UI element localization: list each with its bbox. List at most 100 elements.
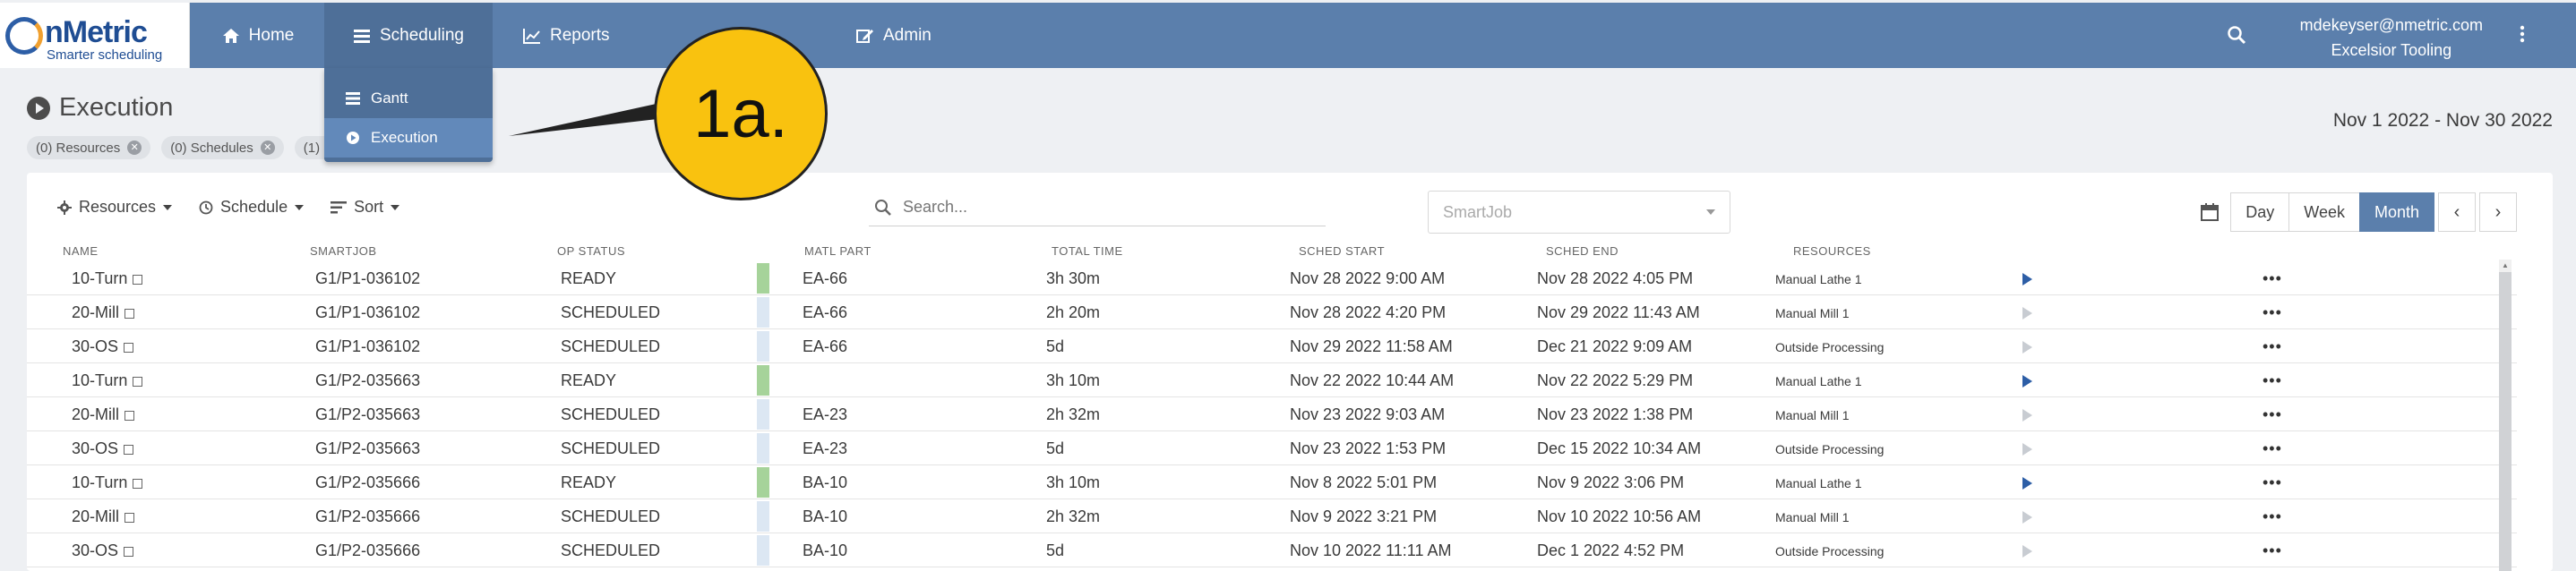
kebab-menu-icon[interactable] [2520,25,2525,43]
external-link-icon[interactable] [125,309,135,319]
vertical-scrollbar[interactable] [2499,260,2512,571]
sched-end-cell: Dec 1 2022 4:52 PM [1537,541,1685,559]
col-op-status[interactable]: OP STATUS [557,244,625,258]
chip-resources[interactable]: (0) Resources ✕ [27,136,151,159]
start-op-icon[interactable] [2022,477,2032,490]
remove-icon[interactable]: ✕ [260,141,275,155]
calendar-icon[interactable] [2201,203,2220,221]
menu-item-gantt[interactable]: Gantt [324,79,493,118]
list-icon [353,29,370,43]
external-link-icon[interactable] [133,377,143,387]
op-name[interactable]: 10-Turn [72,371,143,390]
resource-cell: Manual Lathe 1 [1775,272,1862,286]
col-resources[interactable]: RESOURCES [1793,244,1871,258]
op-name[interactable]: 20-Mill [72,303,135,322]
smartjob-select[interactable]: SmartJob [1428,191,1730,234]
external-link-icon[interactable] [124,343,134,353]
col-smartjob[interactable]: SMARTJOB [310,244,377,258]
scroll-up-icon[interactable]: ▲ [2499,260,2512,272]
total-time-cell: 2h 32m [1046,405,1101,423]
more-actions-icon[interactable]: ••• [2263,371,2282,390]
nmetric-logo[interactable]: nMetric Smarter scheduling [0,3,190,68]
next-period-button[interactable]: › [2479,192,2517,232]
op-status-cell: SCHEDULED [561,507,661,525]
external-link-icon[interactable] [124,445,134,455]
more-actions-icon[interactable]: ••• [2263,303,2282,322]
table-row[interactable]: 30-OS G1/P1-036102 SCHEDULED EA-66 5d Nov 29 … [27,329,2517,363]
start-op-icon[interactable] [2022,409,2032,422]
op-name[interactable]: 10-Turn [72,269,143,288]
nav-home[interactable]: Home [190,3,326,68]
op-name[interactable]: 30-OS [72,439,134,458]
view-month-button[interactable]: Month [2358,192,2434,232]
op-name[interactable]: 30-OS [72,337,134,356]
col-total-time[interactable]: TOTAL TIME [1052,244,1123,258]
start-op-icon[interactable] [2022,511,2032,524]
start-op-icon[interactable] [2022,341,2032,354]
callout-badge: 1a. [654,27,828,200]
table-row[interactable]: 10-Turn G1/P1-036102 READY EA-66 3h 30m Nov 2… [27,261,2517,295]
more-actions-icon[interactable]: ••• [2263,473,2282,492]
caret-down-icon [1706,209,1715,215]
home-icon [222,28,239,43]
view-day-button[interactable]: Day [2230,192,2290,232]
search-input[interactable] [903,198,1315,217]
user-info[interactable]: mdekeyser@nmetric.com Excelsior Tooling [2300,13,2483,63]
nav-reports[interactable]: Reports [523,3,610,68]
table-row[interactable]: 20-Mill G1/P2-035663 SCHEDULED EA-23 2h 32m N… [27,397,2517,431]
sched-end-cell: Nov 29 2022 11:43 AM [1537,303,1700,321]
op-name[interactable]: 20-Mill [72,405,135,424]
op-name[interactable]: 10-Turn [72,473,143,492]
start-op-icon[interactable] [2022,375,2032,388]
table-row[interactable]: 20-Mill G1/P2-035666 SCHEDULED BA-10 2h 32m N… [27,499,2517,533]
sort-button[interactable]: Sort [331,198,400,217]
chip-schedules[interactable]: (0) Schedules ✕ [161,136,284,159]
table-row[interactable]: 10-Turn G1/P2-035666 READY BA-10 3h 10m Nov 8… [27,465,2517,499]
more-actions-icon[interactable]: ••• [2263,507,2282,526]
external-link-icon[interactable] [124,547,134,557]
caret-down-icon [163,204,173,210]
matl-part-cell: EA-66 [803,337,848,355]
col-name[interactable]: NAME [63,244,99,258]
search-icon[interactable] [2227,25,2246,45]
view-week-button[interactable]: Week [2288,192,2360,232]
op-name-text: 10-Turn [72,371,128,389]
external-link-icon[interactable] [133,479,143,489]
start-op-icon[interactable] [2022,273,2032,286]
col-sched-end[interactable]: SCHED END [1546,244,1619,258]
smartjob-cell: G1/P2-035666 [315,507,421,525]
start-op-icon[interactable] [2022,307,2032,320]
external-link-icon[interactable] [125,513,135,523]
op-name[interactable]: 30-OS [72,541,134,560]
prev-period-button[interactable]: ‹ [2438,192,2476,232]
nav-admin[interactable]: Admin [856,3,932,68]
op-name[interactable]: 20-Mill [72,507,135,526]
table-row[interactable]: 20-Mill G1/P1-036102 SCHEDULED EA-66 2h 20m N… [27,295,2517,329]
more-actions-icon[interactable]: ••• [2263,269,2282,288]
total-time-cell: 5d [1046,541,1065,559]
more-actions-icon[interactable]: ••• [2263,405,2282,424]
start-op-icon[interactable] [2022,443,2032,456]
more-actions-icon[interactable]: ••• [2263,439,2282,458]
col-matl-part[interactable]: MATL PART [804,244,872,258]
execution-page: nMetric Smarter scheduling Home Scheduli… [0,0,2576,571]
menu-item-execution[interactable]: Execution [324,118,493,158]
table-row[interactable]: 10-Turn G1/P2-035663 READY 3h 10m Nov 22 202… [27,363,2517,397]
resources-button[interactable]: Resources [57,198,173,217]
table-row[interactable]: 30-OS G1/P2-035663 SCHEDULED EA-23 5d Nov 23 … [27,431,2517,465]
status-color-bar [757,263,769,294]
scheduling-dropdown: Gantt Execution [324,68,493,162]
remove-icon[interactable]: ✕ [127,141,142,155]
sched-end-cell: Nov 28 2022 4:05 PM [1537,269,1694,287]
schedule-button[interactable]: Schedule [199,198,305,217]
start-op-icon[interactable] [2022,545,2032,558]
nav-scheduling[interactable]: Scheduling [324,3,493,68]
total-time-cell: 3h 10m [1046,473,1101,491]
more-actions-icon[interactable]: ••• [2263,337,2282,356]
external-link-icon[interactable] [125,411,135,421]
sort-label: Sort [354,198,384,216]
more-actions-icon[interactable]: ••• [2263,541,2282,560]
table-row[interactable]: 30-OS G1/P2-035666 SCHEDULED BA-10 5d Nov 10 … [27,533,2517,567]
external-link-icon[interactable] [133,275,143,285]
col-sched-start[interactable]: SCHED START [1299,244,1385,258]
